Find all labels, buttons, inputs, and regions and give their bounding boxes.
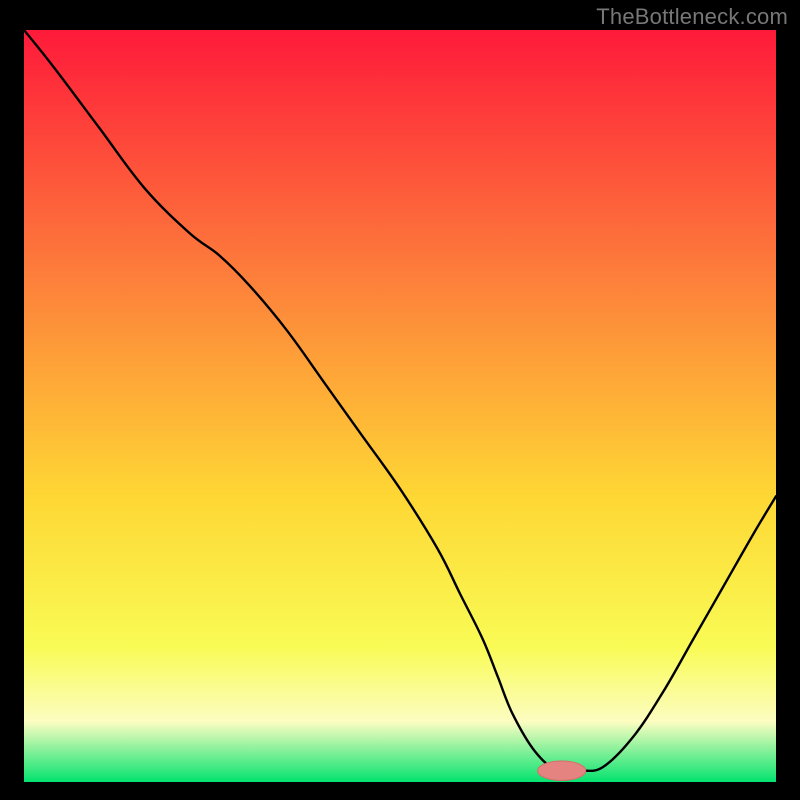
gradient-background — [24, 30, 776, 782]
plot-area — [24, 30, 776, 782]
optimum-marker — [538, 761, 586, 781]
bottleneck-chart — [24, 30, 776, 782]
watermark-text: TheBottleneck.com — [596, 4, 788, 30]
figure-frame: TheBottleneck.com — [0, 0, 800, 800]
